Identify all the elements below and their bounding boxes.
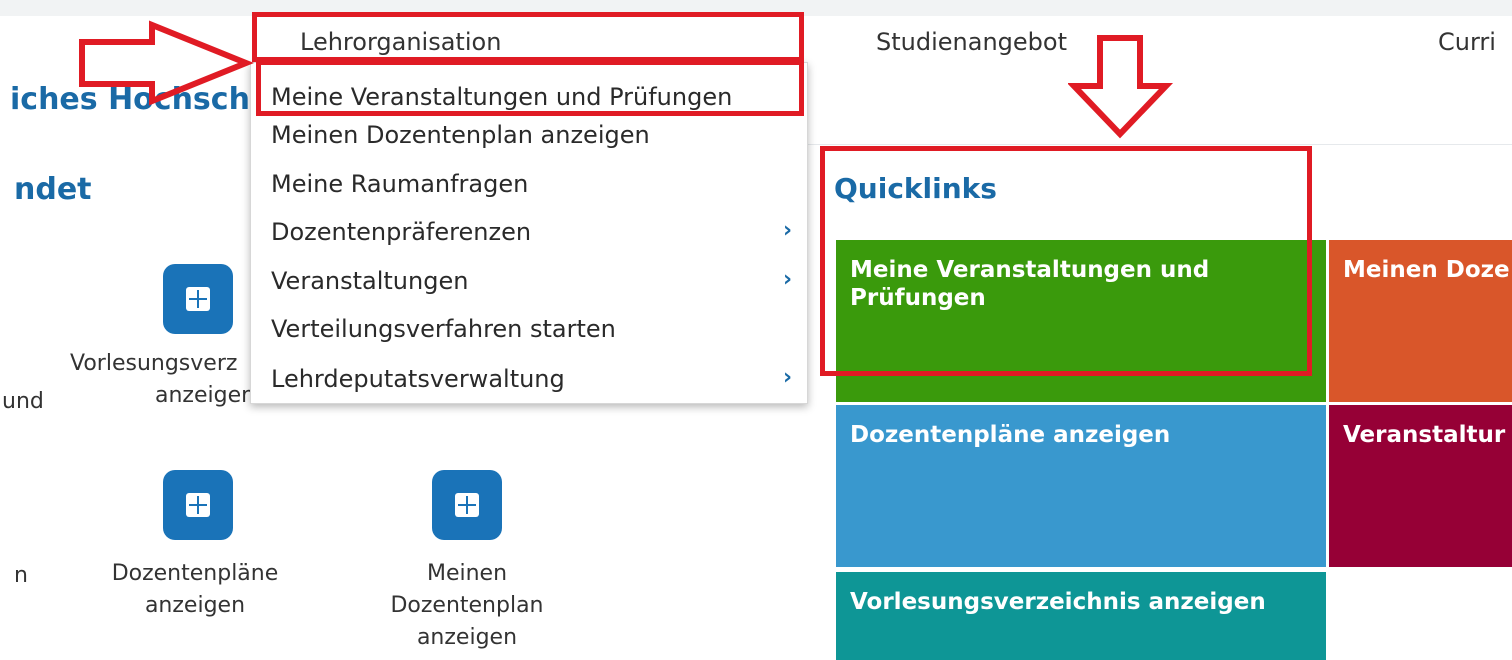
divider <box>808 144 1512 145</box>
app-tile-vorlesungsverzeichnis[interactable] <box>163 264 233 334</box>
app-label-line: anzeigen <box>144 593 246 618</box>
menu-item-label: Dozentenpräferenzen <box>271 218 532 246</box>
grid-icon <box>186 493 210 517</box>
menu-item-veranstaltungen[interactable]: Veranstaltungen <box>271 267 468 295</box>
annotation-box-quicklink <box>820 146 1312 376</box>
nav-studienangebot[interactable]: Studienangebot <box>876 28 1067 56</box>
arrow-down-icon <box>1068 35 1174 139</box>
menu-item-label: Meinen Dozentenplan anzeigen <box>271 121 650 149</box>
section-heading: ndet <box>14 172 92 207</box>
grid-icon <box>455 493 479 517</box>
menu-item-raumanfragen[interactable]: Meine Raumanfragen <box>271 170 528 198</box>
menu-item-label: Lehrdeputatsverwaltung <box>271 365 565 393</box>
quicklink-tile-veranstaltungen[interactable]: Veranstaltur <box>1329 405 1512 567</box>
quicklink-label: Vorlesungsverzeichnis anzeigen <box>850 589 1266 615</box>
menu-item-label: Verteilungsverfahren starten <box>271 315 616 343</box>
annotation-box-menu-item <box>256 60 804 116</box>
quicklink-tile-dozentenplaene[interactable]: Dozentenpläne anzeigen <box>836 405 1326 567</box>
chevron-right-icon: › <box>783 218 793 243</box>
arrow-right-icon <box>79 20 255 106</box>
menu-item-dozentenpraeferenzen[interactable]: Dozentenpräferenzen <box>271 218 531 246</box>
chevron-right-icon: › <box>783 365 793 390</box>
quicklink-label: Veranstaltur <box>1343 422 1506 448</box>
app-label-line: anzeigen <box>416 625 518 650</box>
app-label-line: Dozentenplan <box>390 593 544 618</box>
partial-label-n: n <box>14 563 28 588</box>
quicklink-label: Meinen Doze <box>1343 257 1510 283</box>
quicklink-tile-meinen-dozentenplan[interactable]: Meinen Doze <box>1329 240 1512 402</box>
app-label-line: Meinen <box>426 561 508 586</box>
chevron-right-icon: › <box>783 267 793 292</box>
app-label-meinen-dozentenplan[interactable]: Meinen Dozentenplan anzeigen <box>362 558 572 654</box>
menu-item-label: Veranstaltungen <box>271 267 469 295</box>
partial-label-und: und <box>2 389 44 414</box>
menu-item-dozentenplan[interactable]: Meinen Dozentenplan anzeigen <box>271 121 650 149</box>
app-label-dozentenplaene[interactable]: Dozentenpläne anzeigen <box>90 558 300 622</box>
app-tile-meinen-dozentenplan[interactable] <box>432 470 502 540</box>
app-label-line: Dozentenpläne <box>111 561 279 586</box>
annotation-box-menu-header <box>252 12 804 62</box>
menu-item-verteilungsverfahren[interactable]: Verteilungsverfahren starten <box>271 315 616 343</box>
menu-item-lehrdeputatsverwaltung[interactable]: Lehrdeputatsverwaltung <box>271 365 565 393</box>
nav-curriculum[interactable]: Curri <box>1438 28 1496 56</box>
grid-icon <box>186 287 210 311</box>
quicklink-label: Dozentenpläne anzeigen <box>850 422 1171 448</box>
menu-item-label: Meine Raumanfragen <box>271 170 529 198</box>
quicklink-tile-vorlesungsverzeichnis[interactable]: Vorlesungsverzeichnis anzeigen <box>836 572 1326 660</box>
app-tile-dozentenplaene[interactable] <box>163 470 233 540</box>
